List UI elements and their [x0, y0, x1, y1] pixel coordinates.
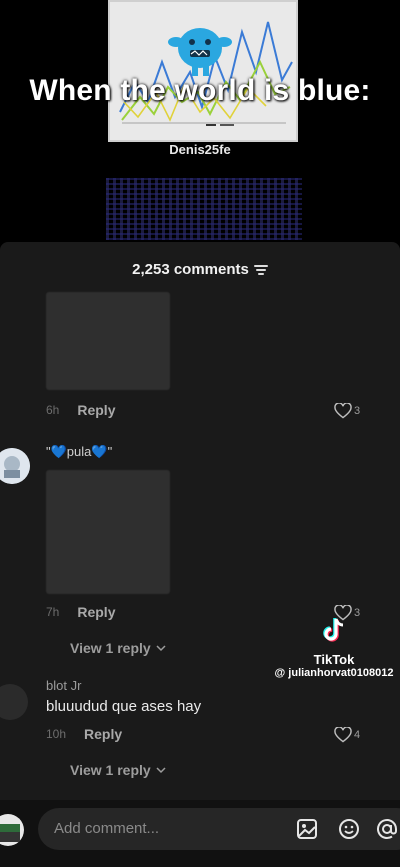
comment-time: 7h [46, 605, 60, 619]
video-thumbnail [108, 0, 298, 142]
avatar[interactable] [0, 448, 30, 484]
heart-icon [334, 727, 352, 743]
comment-input[interactable]: Add comment... [38, 808, 400, 850]
comment-username[interactable]: blot Jr [46, 678, 81, 693]
comments-header: 2,253 comments [0, 258, 400, 280]
tiktok-watermark: TikTok @ julianhorvat0108012 [270, 617, 398, 679]
reply-button[interactable]: Reply [77, 402, 115, 418]
comment-input-placeholder: Add comment... [54, 820, 160, 837]
comment-text: "💙pula💙" [46, 444, 113, 459]
comment-text: bluuudud que ases hay [46, 698, 202, 715]
avatar-image [0, 448, 30, 484]
like-button[interactable]: 4 [334, 727, 360, 743]
reply-button[interactable]: Reply [84, 726, 122, 742]
comment-meta: 7h Reply [46, 604, 115, 620]
sort-icon[interactable] [253, 263, 268, 275]
comment-meta: 6h Reply [46, 402, 115, 418]
comments-sheet: 2,253 comments 6h Reply 3 "💙pula💙" 7h Re… [0, 242, 400, 867]
chevron-down-icon [156, 767, 166, 774]
emoji-icon[interactable] [338, 818, 360, 840]
tiktok-logo-icon [323, 618, 344, 642]
like-button[interactable]: 3 [334, 403, 360, 419]
comment-count: 2,253 comments [132, 260, 249, 278]
view-replies-button[interactable]: View 1 reply [70, 762, 166, 778]
comment-time: 6h [46, 403, 60, 417]
video-player[interactable]: When the world is blue: Denis25fe [0, 0, 400, 242]
comment-image-blurred[interactable] [46, 292, 170, 390]
view-replies-button[interactable]: View 1 reply [70, 640, 166, 656]
view-replies-label: View 1 reply [70, 762, 151, 778]
tiktok-handle: @ julianhorvat0108012 [274, 667, 394, 679]
comment-image-blurred[interactable] [46, 470, 170, 594]
my-avatar[interactable] [0, 814, 24, 846]
like-count: 3 [354, 405, 361, 417]
comment-time: 10h [46, 727, 67, 741]
comment-composer-bar: Add comment... [0, 800, 400, 867]
mascot-icon [168, 28, 232, 76]
chart-drawing [119, 21, 293, 126]
view-replies-label: View 1 reply [70, 640, 151, 656]
heart-icon [334, 403, 352, 419]
tiktok-brand: TikTok [313, 652, 355, 667]
comment-meta: 10h Reply [46, 726, 122, 742]
reply-button[interactable]: Reply [77, 604, 115, 620]
image-icon[interactable] [296, 818, 318, 840]
like-count: 4 [354, 729, 361, 741]
chart-baseline [122, 122, 286, 124]
mention-icon[interactable] [376, 818, 398, 840]
chevron-down-icon [156, 645, 166, 652]
glitch-artifact [106, 178, 302, 240]
creator-name[interactable]: Denis25fe [0, 142, 400, 157]
avatar[interactable] [0, 684, 28, 720]
video-caption: When the world is blue: [29, 74, 371, 107]
